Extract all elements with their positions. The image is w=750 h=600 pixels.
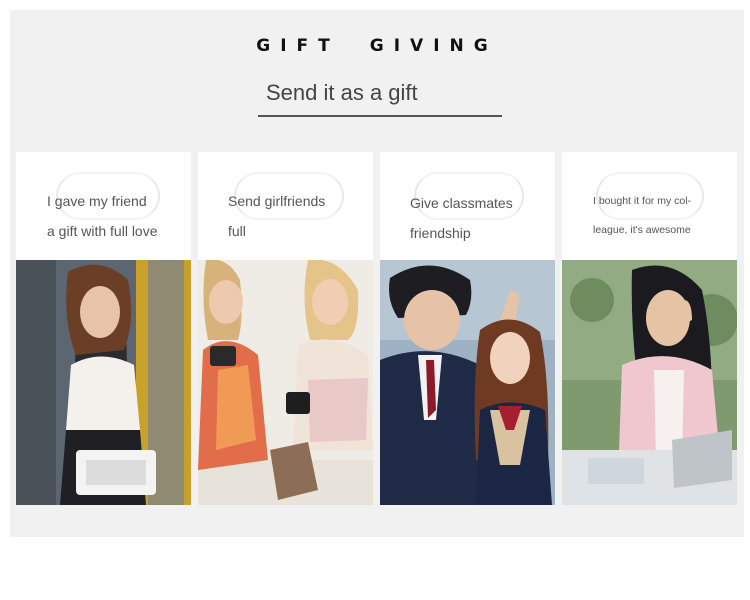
section-subtitle: Send it as a gift [266, 80, 418, 105]
gift-card-2: Send girlfriends full [198, 152, 373, 505]
gift-cards-row: I gave my friend a gift with full love S… [16, 152, 738, 505]
caption-line-2: full [228, 223, 246, 239]
caption-line-2: friendship [410, 225, 471, 241]
subtitle-underline [258, 115, 502, 117]
card-caption: I bought it for my col- league, it's awe… [593, 187, 727, 245]
caption-line-1: I gave my friend [47, 193, 147, 209]
card-caption: Give classmates friendship [410, 188, 545, 248]
card-caption: I gave my friend a gift with full love [47, 186, 181, 246]
woman-on-phone-at-laptop-photo [562, 260, 737, 505]
section-eyebrow: GIFT GIVING [10, 36, 744, 56]
card-caption: Send girlfriends full [228, 186, 363, 246]
gift-card-3: Give classmates friendship [380, 152, 555, 505]
caption-line-1: Give classmates [410, 195, 513, 211]
caption-line-2: league, it's awesome [593, 224, 691, 236]
woman-holding-white-clutch-photo [16, 260, 191, 505]
eyebrow-word-1: GIFT [256, 36, 340, 56]
eyebrow-word-2: GIVING [369, 36, 498, 56]
caption-line-1: I bought it for my col- [593, 195, 692, 207]
gift-card-4: I bought it for my col- league, it's awe… [562, 152, 737, 505]
two-classmates-in-uniform-photo [380, 260, 555, 505]
two-girlfriends-with-mugs-photo [198, 260, 373, 505]
gift-giving-section: GIFT GIVING Send it as a gift I gave my f… [10, 10, 744, 537]
caption-line-2: a gift with full love [47, 223, 158, 239]
caption-line-1: Send girlfriends [228, 193, 326, 209]
gift-card-1: I gave my friend a gift with full love [16, 152, 191, 505]
